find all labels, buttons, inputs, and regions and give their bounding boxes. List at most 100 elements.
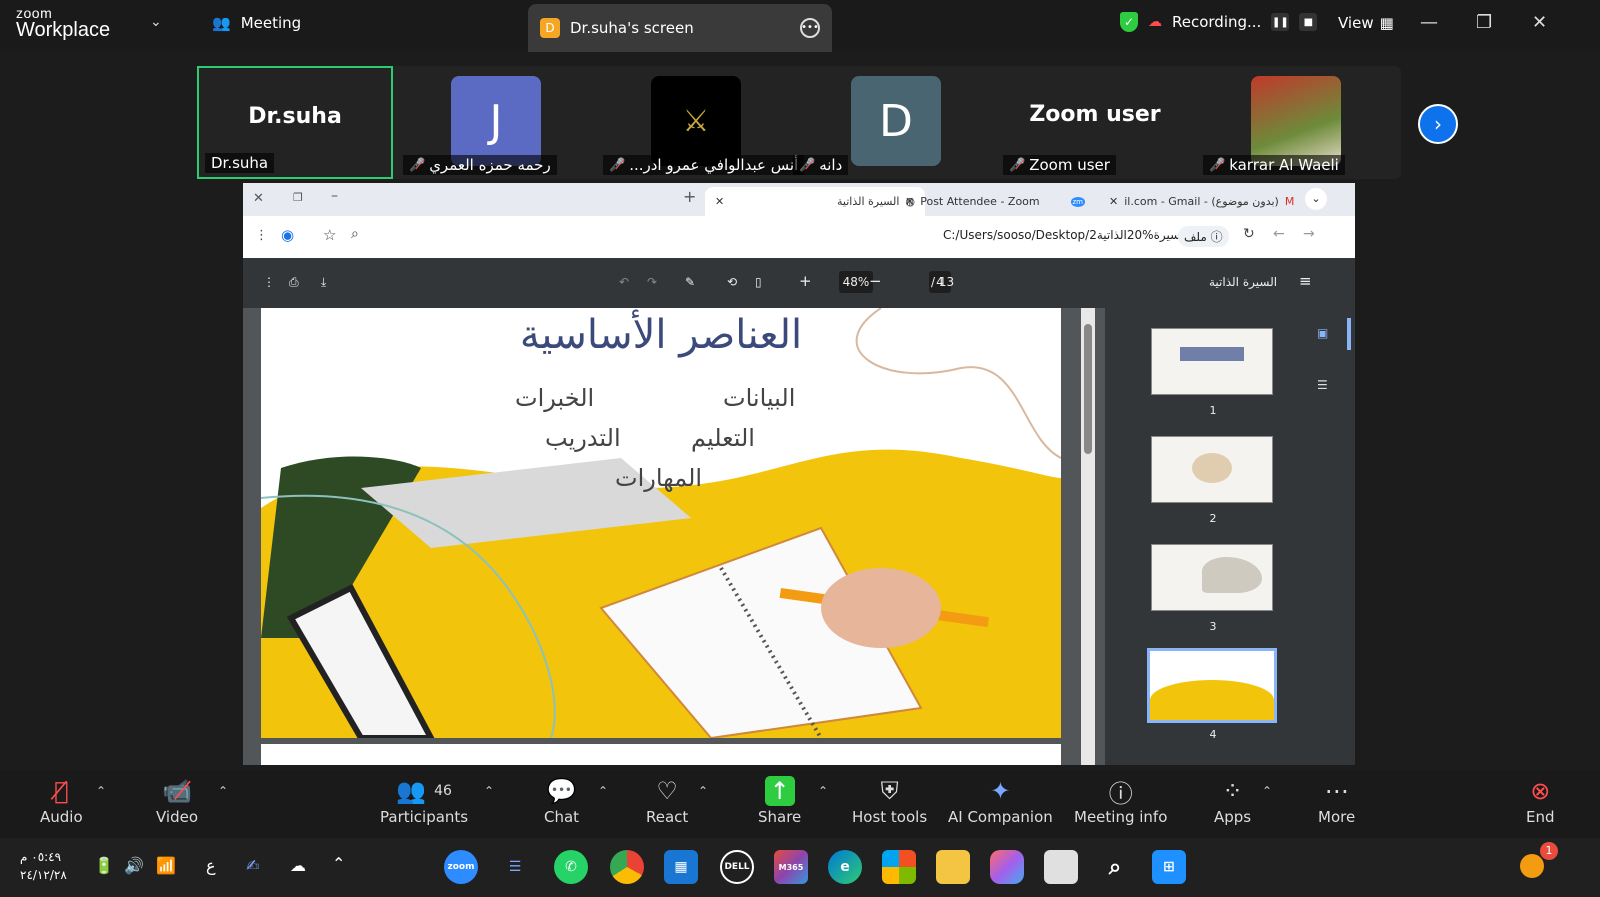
chat-button[interactable]: 💬 Chat bbox=[544, 776, 579, 826]
pdf-viewer[interactable]: العناصر الأساسية البيانات الخبرات التعلي… bbox=[243, 308, 1105, 765]
minimize-icon[interactable]: – bbox=[331, 188, 338, 204]
zoom-app-icon[interactable]: zoom bbox=[444, 850, 478, 884]
participants-button[interactable]: 👥 46 Participants bbox=[380, 776, 468, 826]
outline-view-icon[interactable]: ☰ bbox=[1317, 378, 1328, 392]
participant-tile[interactable]: Zoom user 🎤̸ Zoom user bbox=[997, 66, 1193, 179]
close-icon[interactable]: ✕ bbox=[253, 191, 264, 206]
pause-recording-button[interactable]: ❚❚ bbox=[1271, 13, 1290, 31]
zoom-out-button[interactable]: − bbox=[869, 272, 882, 290]
page-thumbnail-active[interactable] bbox=[1147, 648, 1277, 723]
next-page-button[interactable]: › bbox=[1418, 104, 1458, 144]
meeting-tab[interactable]: 👥 Meeting bbox=[212, 14, 301, 32]
zoom-level-input[interactable]: 48% bbox=[839, 271, 873, 293]
reload-icon[interactable]: ↻ bbox=[1243, 226, 1255, 242]
dell-icon[interactable]: DELL bbox=[720, 850, 754, 884]
battery-icon[interactable]: 🔋 bbox=[94, 856, 114, 875]
page-thumbnail[interactable] bbox=[1151, 544, 1273, 611]
pen-icon[interactable]: ✍ bbox=[246, 856, 259, 875]
fit-page-icon[interactable]: ▯ bbox=[755, 275, 762, 289]
zoom-in-button[interactable]: + bbox=[799, 272, 812, 290]
close-tab-icon[interactable]: ✕ bbox=[1109, 195, 1118, 208]
close-tab-icon[interactable]: ✕ bbox=[715, 195, 724, 208]
notification-icon[interactable] bbox=[1520, 854, 1544, 878]
apps-button[interactable]: ⁘ Apps bbox=[1214, 776, 1251, 826]
chevron-up-icon[interactable]: ⌃ bbox=[332, 854, 345, 873]
print-icon[interactable]: ⎙ bbox=[289, 275, 299, 290]
m365-icon[interactable]: M365 bbox=[774, 850, 808, 884]
close-window-button[interactable]: ✕ bbox=[1532, 12, 1547, 33]
more-actions-icon[interactable]: ⋮ bbox=[263, 275, 275, 289]
participant-tile[interactable]: ⚔ 🎤̸ ...أنس عبدالوافي عمرو ادر bbox=[597, 66, 805, 179]
share-options-caret[interactable]: ⌃ bbox=[818, 784, 828, 798]
tab-search-button[interactable]: ⌄ bbox=[1305, 188, 1327, 210]
end-meeting-button[interactable]: ⊗ End bbox=[1526, 776, 1555, 826]
close-tab-icon[interactable]: ✕ bbox=[905, 195, 914, 208]
browser-tab[interactable]: ✕ السيرة الذاتية ◍ bbox=[705, 187, 925, 216]
input-language[interactable]: ع bbox=[206, 856, 216, 875]
thumbnail-view-icon[interactable]: ▣ bbox=[1317, 326, 1328, 340]
chrome-icon[interactable] bbox=[610, 850, 644, 884]
file-explorer-icon[interactable] bbox=[936, 850, 970, 884]
search-icon[interactable]: ⌕ bbox=[1098, 850, 1132, 884]
back-icon[interactable]: ← bbox=[1273, 226, 1285, 242]
file-chip[interactable]: ملف ⓘ bbox=[1178, 226, 1229, 247]
stop-recording-button[interactable]: ■ bbox=[1299, 13, 1318, 31]
profile-icon[interactable]: ◉ bbox=[281, 226, 294, 244]
minimize-button[interactable]: — bbox=[1420, 12, 1438, 33]
shared-screen-tab[interactable]: D Dr.suha's screen ••• bbox=[528, 4, 832, 52]
url-text[interactable]: C:/Users/sooso/Desktop/2السيرة%20الذاتية… bbox=[943, 228, 1211, 242]
more-options-icon[interactable]: ••• bbox=[800, 18, 820, 38]
taskview-icon[interactable]: ☰ bbox=[498, 850, 532, 884]
onedrive-icon[interactable]: ☁ bbox=[290, 856, 306, 875]
draw-icon[interactable]: ✎ bbox=[685, 275, 695, 289]
scrollbar-thumb[interactable] bbox=[1084, 324, 1092, 454]
participant-tile[interactable]: J 🎤̸ رحمه حمزه العمري bbox=[397, 66, 593, 179]
new-tab-button[interactable]: + bbox=[683, 187, 696, 206]
meeting-info-button[interactable]: ⓘ Meeting info bbox=[1074, 776, 1167, 827]
whatsapp-icon[interactable]: ✆ bbox=[554, 850, 588, 884]
edge-icon[interactable]: e bbox=[828, 850, 862, 884]
copilot-icon[interactable] bbox=[990, 850, 1024, 884]
share-button[interactable]: ↑ Share bbox=[758, 776, 801, 826]
zoom-lens-icon[interactable]: ⌕ bbox=[351, 226, 359, 242]
participant-tile[interactable]: Dr.suha Dr.suha bbox=[197, 66, 393, 179]
restore-icon[interactable]: ❐ bbox=[293, 191, 303, 204]
participant-tile[interactable]: D 🎤̸ دانه bbox=[793, 66, 993, 179]
wifi-icon[interactable]: 📶 bbox=[156, 856, 176, 875]
more-button[interactable]: ⋯ More bbox=[1318, 776, 1355, 826]
forward-icon[interactable]: → bbox=[1303, 226, 1315, 242]
rotate-icon[interactable]: ⟲ bbox=[727, 275, 737, 289]
participants-options-caret[interactable]: ⌃ bbox=[484, 784, 494, 798]
view-button[interactable]: View ▦ bbox=[1338, 14, 1394, 32]
browser-tab[interactable]: ✕ il.com - Gmail - (بدون موضوع) M bbox=[1099, 187, 1299, 216]
audio-button[interactable]: 🎙̸ Audio bbox=[40, 776, 83, 826]
video-button[interactable]: 📹̸ Video bbox=[156, 776, 198, 826]
react-options-caret[interactable]: ⌃ bbox=[698, 784, 708, 798]
react-button[interactable]: ♡ React bbox=[646, 776, 688, 826]
page-thumbnail[interactable] bbox=[1151, 328, 1273, 395]
hamburger-menu-icon[interactable]: ≡ bbox=[1299, 272, 1312, 290]
video-options-caret[interactable]: ⌃ bbox=[218, 784, 228, 798]
clock[interactable]: ٠٥:٤٩ م ٢٤/١٢/٢٨ bbox=[20, 848, 67, 884]
chevron-down-icon[interactable]: ⌄ bbox=[150, 14, 162, 30]
download-icon[interactable]: ⤓ bbox=[321, 275, 326, 290]
app-window-icon[interactable] bbox=[1044, 850, 1078, 884]
participant-tile[interactable]: 🎤̸ karrar Al Waeli bbox=[1197, 66, 1393, 179]
chat-options-caret[interactable]: ⌃ bbox=[598, 784, 608, 798]
store-icon[interactable] bbox=[882, 850, 916, 884]
browser-tab[interactable]: ✕ Post Attendee - Zoom zm bbox=[895, 187, 1095, 216]
undo-icon[interactable]: ↶ bbox=[619, 275, 629, 289]
ai-companion-button[interactable]: ✦ AI Companion bbox=[948, 776, 1053, 826]
star-icon[interactable]: ☆ bbox=[323, 226, 336, 244]
redo-icon[interactable]: ↷ bbox=[647, 275, 657, 289]
volume-icon[interactable]: 🔊 bbox=[124, 856, 144, 875]
restore-button[interactable]: ❐ bbox=[1476, 12, 1492, 33]
page-thumbnail[interactable] bbox=[1151, 436, 1273, 503]
apps-options-caret[interactable]: ⌃ bbox=[1262, 784, 1272, 798]
windows-start-icon[interactable]: ⊞ bbox=[1152, 850, 1186, 884]
scrollbar[interactable] bbox=[1081, 308, 1095, 765]
host-tools-button[interactable]: ⛨ Host tools bbox=[852, 776, 927, 826]
audio-options-caret[interactable]: ⌃ bbox=[96, 784, 106, 798]
menu-dots-icon[interactable]: ⋮ bbox=[255, 228, 268, 243]
calculator-icon[interactable]: ▦ bbox=[664, 850, 698, 884]
